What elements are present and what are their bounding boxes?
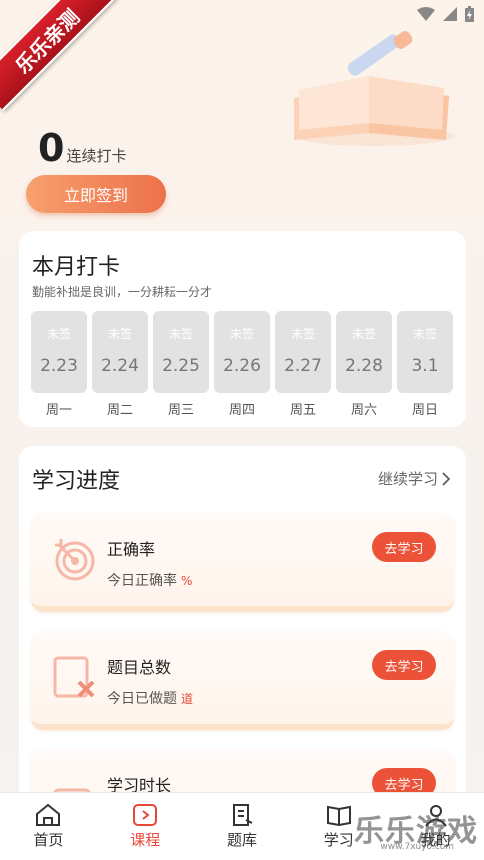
watermark-url: www.7xuyo.com [380,842,454,852]
status-icons [417,6,474,22]
day-box: 未签 2.26 [214,311,270,393]
day-weekday: 周日 [411,403,438,418]
day-item[interactable]: 未签 2.23 周一 [31,311,87,418]
day-weekday: 周五 [289,403,316,418]
day-date: 2.27 [284,356,322,376]
progress-item-unit: 道 [181,692,194,706]
day-item[interactable]: 未签 2.28 周六 [336,311,392,418]
progress-item-sub-label: 今日已做题 [107,691,177,707]
day-date: 2.24 [101,356,139,376]
streak-counter: 0 连续打卡 [38,126,126,170]
day-status: 未签 [412,327,437,341]
day-weekday: 周四 [228,403,255,418]
day-weekday: 周三 [167,403,194,418]
streak-count: 0 [38,126,65,170]
notebook-icon [232,804,253,826]
monthly-checkin-card: 本月打卡 勤能补拙是良训，一分耕耘一分才 未签 2.23 周一 未签 2.24 … [19,231,466,427]
day-item[interactable]: 未签 2.24 周二 [92,311,148,418]
progress-item-accuracy: 正确率 今日正确率% 去学习 [31,514,454,612]
book-illustration-icon [294,31,454,146]
play-icon [133,804,158,826]
progress-item-subtitle: 今日正确率% [107,570,192,590]
day-weekday: 周六 [350,403,377,418]
day-status: 未签 [229,327,254,341]
day-box: 未签 2.28 [336,311,392,393]
day-item[interactable]: 未签 2.26 周四 [214,311,270,418]
day-item[interactable]: 未签 3.1 周日 [397,311,453,418]
monthly-checkin-subtitle: 勤能补拙是良训，一分耕耘一分才 [32,285,213,299]
tab-label: 首页 [33,831,64,849]
continue-learning-link[interactable]: 继续学习 [378,468,450,489]
day-date: 3.1 [411,356,439,376]
wrong-book-icon [53,656,95,698]
day-item[interactable]: 未签 2.25 周三 [153,311,209,418]
day-date: 2.28 [345,356,383,376]
tab-course[interactable]: 课程 [97,793,194,860]
day-list: 未签 2.23 周一 未签 2.24 周二 未签 2.25 周三 未签 2.26 [31,311,453,418]
wifi-icon [417,7,435,21]
target-icon [55,539,95,581]
go-study-button[interactable]: 去学习 [372,650,436,680]
day-item[interactable]: 未签 2.27 周五 [275,311,331,418]
book-icon [326,805,351,827]
day-status: 未签 [168,327,193,341]
day-box: 未签 2.27 [275,311,331,393]
signal-icon [443,7,457,21]
day-status: 未签 [351,327,376,341]
checkin-button[interactable]: 立即签到 [26,175,166,213]
progress-item-subtitle: 今日已做题道 [107,688,193,708]
tab-label: 学习 [323,831,354,849]
day-weekday: 周二 [106,403,133,418]
day-date: 2.25 [162,356,200,376]
continue-learning-label: 继续学习 [377,470,438,488]
progress-item-unit: % [181,574,193,588]
day-box: 未签 2.25 [153,311,209,393]
progress-item-title: 正确率 [107,540,156,559]
go-study-button[interactable]: 去学习 [372,532,436,562]
tab-label: 题库 [226,831,257,849]
day-status: 未签 [46,327,71,341]
progress-item-sub-label: 今日正确率 [107,573,177,589]
tab-home[interactable]: 首页 [0,793,97,860]
day-box: 未签 2.24 [92,311,148,393]
learning-progress-card: 学习进度 继续学习 正确率 今日正确率% 去学习 题目总数 今日已做题道 去学习 [19,446,466,806]
day-status: 未签 [290,327,315,341]
day-weekday: 周一 [45,403,72,418]
day-date: 2.23 [40,356,78,376]
battery-icon [465,6,474,22]
home-icon [36,803,61,826]
tab-question-bank[interactable]: 题库 [194,793,291,860]
day-box: 未签 3.1 [397,311,453,393]
tab-label: 课程 [130,831,161,849]
learning-progress-title: 学习进度 [32,469,121,494]
day-status: 未签 [107,327,132,341]
chevron-right-icon [442,471,450,486]
day-date: 2.26 [223,356,261,376]
progress-item-total: 题目总数 今日已做题道 去学习 [31,632,454,730]
day-box: 未签 2.23 [31,311,87,393]
monthly-checkin-title: 本月打卡 [32,255,121,280]
progress-item-title: 题目总数 [107,658,172,677]
streak-label: 连续打卡 [66,147,127,165]
